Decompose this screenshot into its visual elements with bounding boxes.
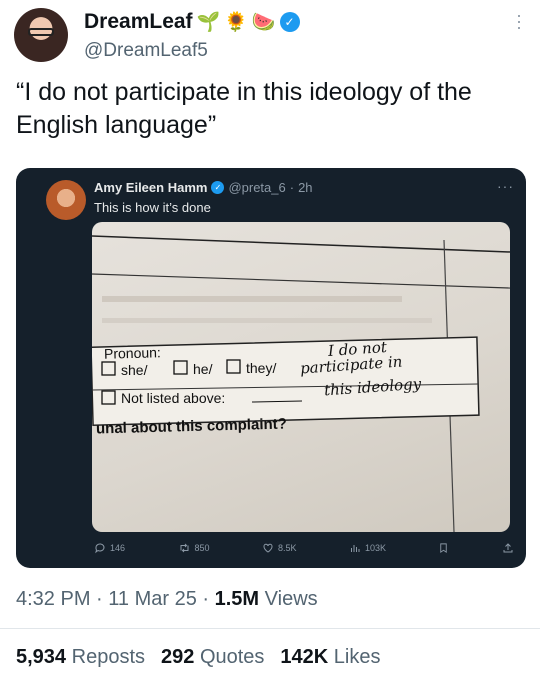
avatar-glasses-detail [28,28,54,36]
quoted-tweet-actions: 146 850 8.5K 103K [94,542,514,554]
tweet-meta: 4:32 PM · 11 Mar 25 · 1.5M Views [16,588,318,611]
reposts-stat[interactable]: 5,934 Reposts [16,646,145,669]
divider [0,628,540,629]
bookmark-action[interactable] [438,542,449,554]
views-count: 103K [364,543,387,553]
quoted-author-row[interactable]: Amy Eileen Hamm ✓ @preta_6 · 2h [94,180,313,195]
share-icon [503,543,513,553]
quoted-tweet-text: This is how it’s done [94,200,211,215]
quotes-label: Quotes [199,646,265,668]
views-label: Views [264,588,318,610]
quotes-count: 292 [161,646,195,668]
author-name[interactable]: DreamLeaf [84,10,193,34]
likes-label: Likes [333,646,381,668]
sprout-emoji: 🌱 [196,10,221,33]
sunflower-emoji: 🌻 [224,10,248,33]
verified-badge-icon[interactable]: ✓ [279,12,300,32]
views-action[interactable]: 103K [349,542,386,554]
reposts-count: 5,934 [16,646,67,668]
share-action[interactable] [502,542,514,554]
like-count: 8.5K [278,543,297,553]
author-name-row[interactable]: DreamLeaf 🌱 🌻 🍉 ✓ [84,10,300,34]
reply-action[interactable]: 146 [94,542,125,554]
watermelon-emoji: 🍉 [251,10,276,33]
pronoun-label: Pronoun: [103,344,162,362]
quoted-more-options-icon[interactable]: ··· [497,178,514,194]
quoted-author-avatar[interactable] [46,180,86,220]
like-action[interactable]: 8.5K [262,542,297,554]
quotes-stat[interactable]: 292 Quotes [161,646,264,669]
author-handle[interactable]: @DreamLeaf5 [84,40,208,62]
quoted-verified-badge-icon: ✓ [211,181,225,194]
quoted-tweet-card[interactable]: Amy Eileen Hamm ✓ @preta_6 · 2h ··· This… [16,168,526,568]
views-total[interactable]: 1.5M [215,588,259,610]
meta-separator: · [96,588,109,610]
like-icon [263,543,273,553]
views-icon [350,545,360,552]
quoted-author-name[interactable]: Amy Eileen Hamm [94,180,207,195]
quoted-author-handle[interactable]: @preta_6 [228,180,285,195]
reply-count: 146 [110,543,126,553]
quoted-tweet-age: 2h [298,180,313,195]
repost-icon [180,543,188,553]
quoted-tweet-photo[interactable]: Pronoun: she/ he/ they/ Not listed above… [92,222,510,532]
more-options-icon[interactable]: · · · [514,6,524,36]
likes-stat[interactable]: 142K Likes [280,646,380,669]
repost-action[interactable]: 850 [178,542,210,554]
reply-icon [95,543,105,554]
bookmark-icon [440,543,448,553]
engagement-stats: 5,934 Reposts 292 Quotes 142K Likes [16,646,381,669]
likes-count: 142K [280,646,329,668]
meta-separator: · [202,588,215,610]
tweet-text: “I do not participate in this ideology o… [16,78,472,139]
option-she: she/ [121,362,148,378]
repost-count: 850 [194,543,210,553]
option-he: he/ [193,361,213,377]
author-avatar[interactable] [14,8,68,62]
option-they: they/ [246,360,277,376]
separator-dot: · [289,180,295,195]
tweet-date[interactable]: 11 Mar 25 [108,588,197,610]
not-listed-label: Not listed above: [121,390,226,406]
reposts-label: Reposts [71,646,145,668]
tweet-time[interactable]: 4:32 PM [16,588,90,610]
